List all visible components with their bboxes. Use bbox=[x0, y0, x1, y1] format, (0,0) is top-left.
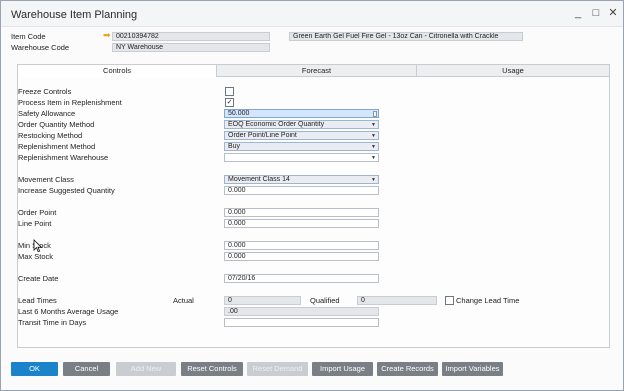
arrow-right-icon[interactable]: ➡ bbox=[103, 31, 111, 40]
line-point-label: Line Point bbox=[18, 219, 52, 228]
safety-allowance-value: 50.000 bbox=[228, 110, 250, 117]
order-quantity-method-value: EOQ Economic Order Quantity bbox=[228, 121, 325, 128]
import-usage-button[interactable]: Import Usage bbox=[312, 362, 373, 376]
reset-demand-button: Reset Demand bbox=[247, 362, 308, 376]
order-point-label: Order Point bbox=[18, 208, 57, 217]
transit-time-label: Transit Time in Days bbox=[18, 318, 87, 327]
transit-time-field[interactable] bbox=[224, 318, 379, 327]
mouse-pointer-icon bbox=[33, 239, 43, 253]
last6-average-usage-field: .00 bbox=[224, 307, 379, 316]
movement-class-value: Movement Class 14 bbox=[228, 176, 290, 183]
ok-button[interactable]: OK bbox=[11, 362, 58, 376]
title-bar: Warehouse Item Planning _ □ ✕ bbox=[1, 1, 623, 27]
max-stock-label: Max Stock bbox=[18, 252, 54, 261]
max-stock-field[interactable]: 0.000 bbox=[224, 252, 379, 261]
chevron-down-icon: ▼ bbox=[371, 144, 376, 150]
qualified-lead-time-field: 0 bbox=[357, 296, 437, 305]
add-new-button: Add New bbox=[116, 362, 176, 376]
increase-suggested-quantity-label: Increase Suggested Quantity bbox=[18, 186, 115, 195]
replenishment-method-select[interactable]: Buy ▼ bbox=[224, 142, 379, 151]
warehouse-code-field[interactable]: NY Warehouse bbox=[112, 43, 270, 52]
item-code-label: Item Code bbox=[11, 32, 46, 41]
tab-forecast[interactable]: Forecast bbox=[217, 65, 417, 77]
create-records-button[interactable]: Create Records bbox=[377, 362, 438, 376]
restocking-method-label: Restocking Method bbox=[18, 131, 83, 140]
process-item-checkbox[interactable]: ✓ bbox=[225, 98, 234, 107]
replenishment-warehouse-label: Replenishment Warehouse bbox=[18, 153, 109, 162]
last6-average-usage-label: Last 6 Months Average Usage bbox=[18, 307, 119, 316]
cancel-button[interactable]: Cancel bbox=[63, 362, 110, 376]
order-quantity-method-select[interactable]: EOQ Economic Order Quantity ▼ bbox=[224, 120, 379, 129]
restocking-method-select[interactable]: Order Point/Line Point ▼ bbox=[224, 131, 379, 140]
actual-label: Actual bbox=[173, 296, 194, 305]
replenishment-warehouse-select[interactable]: ▼ bbox=[224, 153, 379, 162]
lead-times-label: Lead Times bbox=[18, 296, 57, 305]
min-stock-field[interactable]: 0.000 bbox=[224, 241, 379, 250]
warehouse-item-planning-window: Warehouse Item Planning _ □ ✕ Item Code … bbox=[0, 0, 624, 391]
minimize-icon[interactable]: _ bbox=[571, 7, 585, 19]
chevron-down-icon: ▼ bbox=[371, 177, 376, 183]
change-lead-time-label: Change Lead Time bbox=[456, 296, 520, 305]
restocking-method-value: Order Point/Line Point bbox=[228, 132, 297, 139]
item-description-field: Green Earth Gel Fuel Fire Gel - 13oz Can… bbox=[289, 32, 523, 41]
chevron-down-icon: ▼ bbox=[371, 155, 376, 161]
safety-allowance-field[interactable]: 50.000 bbox=[224, 109, 379, 118]
line-point-field[interactable]: 0.000 bbox=[224, 219, 379, 228]
actual-lead-time-field: 0 bbox=[224, 296, 301, 305]
create-date-label: Create Date bbox=[18, 274, 59, 283]
tab-strip: Controls Forecast Usage bbox=[17, 64, 610, 77]
window-title: Warehouse Item Planning bbox=[11, 9, 138, 21]
order-point-field[interactable]: 0.000 bbox=[224, 208, 379, 217]
process-item-label: Process Item in Replenishment bbox=[18, 98, 122, 107]
safety-allowance-label: Safety Allowance bbox=[18, 109, 76, 118]
close-icon[interactable]: ✕ bbox=[606, 7, 620, 19]
spinner-icon[interactable] bbox=[373, 111, 377, 117]
increase-suggested-quantity-field[interactable]: 0.000 bbox=[224, 186, 379, 195]
replenishment-method-label: Replenishment Method bbox=[18, 142, 96, 151]
tab-usage[interactable]: Usage bbox=[417, 65, 609, 77]
warehouse-code-label: Warehouse Code bbox=[11, 43, 70, 52]
freeze-controls-checkbox[interactable] bbox=[225, 87, 234, 96]
qualified-label: Qualified bbox=[310, 296, 340, 305]
import-variables-button[interactable]: Import Variables bbox=[442, 362, 503, 376]
chevron-down-icon: ▼ bbox=[371, 133, 376, 139]
freeze-controls-label: Freeze Controls bbox=[18, 87, 72, 96]
movement-class-select[interactable]: Movement Class 14 ▼ bbox=[224, 175, 379, 184]
movement-class-label: Movement Class bbox=[18, 175, 74, 184]
create-date-field[interactable]: 07/20/16 bbox=[224, 274, 379, 283]
maximize-icon[interactable]: □ bbox=[589, 7, 603, 19]
order-quantity-method-label: Order Quantity Method bbox=[18, 120, 95, 129]
reset-controls-button[interactable]: Reset Controls bbox=[181, 362, 243, 376]
tab-controls[interactable]: Controls bbox=[18, 65, 217, 77]
change-lead-time-checkbox[interactable] bbox=[445, 296, 454, 305]
chevron-down-icon: ▼ bbox=[371, 122, 376, 128]
replenishment-method-value: Buy bbox=[228, 143, 241, 150]
item-code-field[interactable]: 00210394782 bbox=[112, 32, 270, 41]
